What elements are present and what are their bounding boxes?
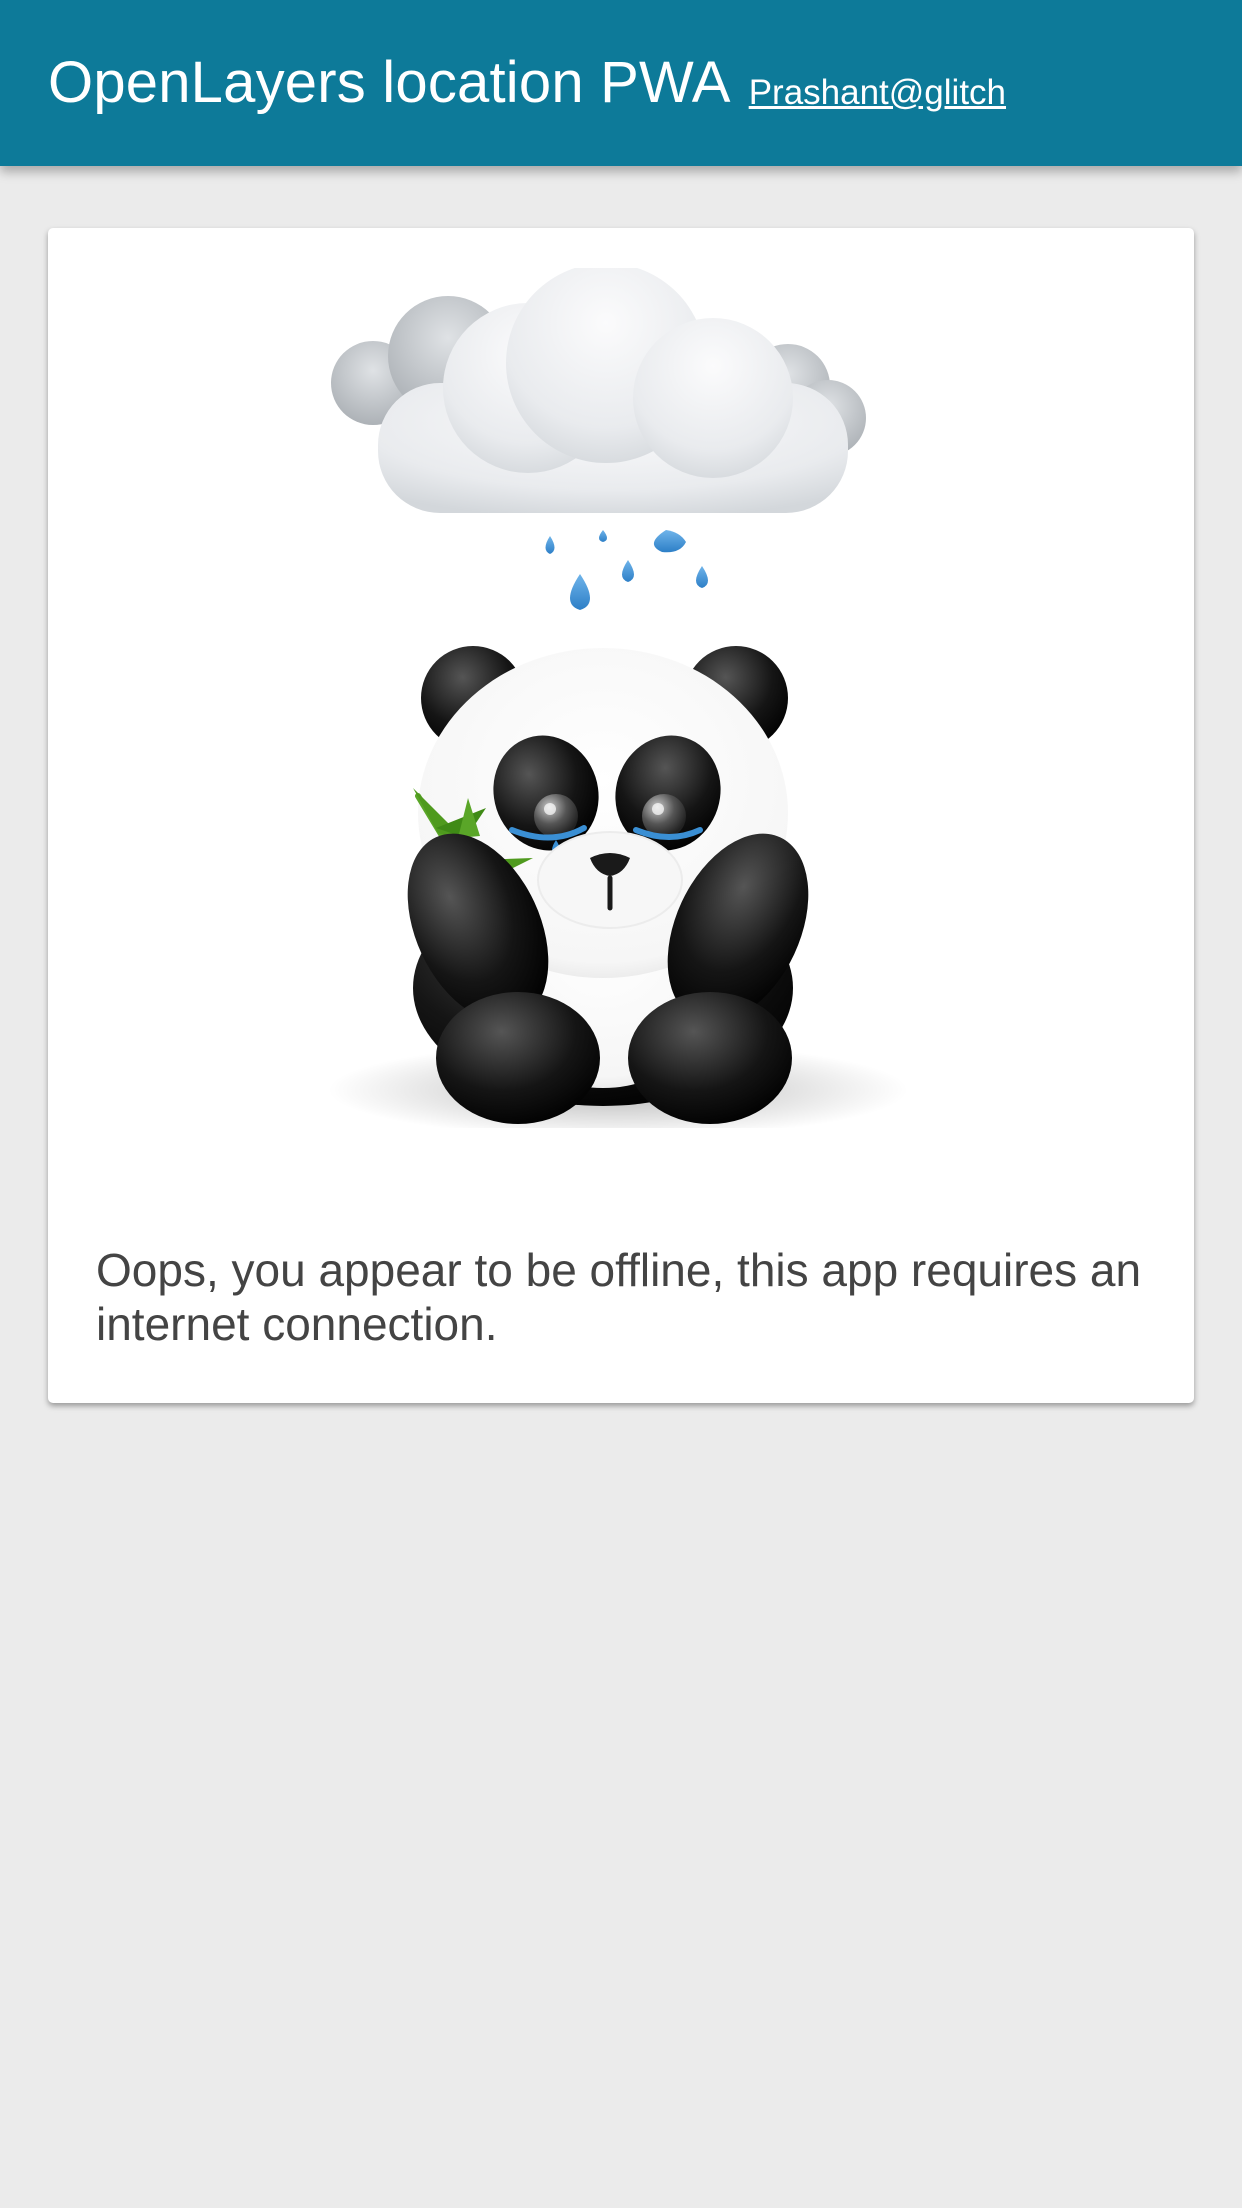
raindrops bbox=[545, 530, 708, 610]
app-header: OpenLayers location PWA Prashant@glitch bbox=[0, 0, 1242, 166]
author-link[interactable]: Prashant@glitch bbox=[749, 73, 1006, 113]
offline-message: Oops, you appear to be offline, this app… bbox=[96, 1244, 1142, 1350]
offline-card: Oops, you appear to be offline, this app… bbox=[48, 228, 1194, 1403]
app-title: OpenLayers location PWA bbox=[48, 50, 731, 115]
rain-cloud bbox=[331, 268, 866, 513]
crying-panda-illustration bbox=[328, 268, 908, 1128]
